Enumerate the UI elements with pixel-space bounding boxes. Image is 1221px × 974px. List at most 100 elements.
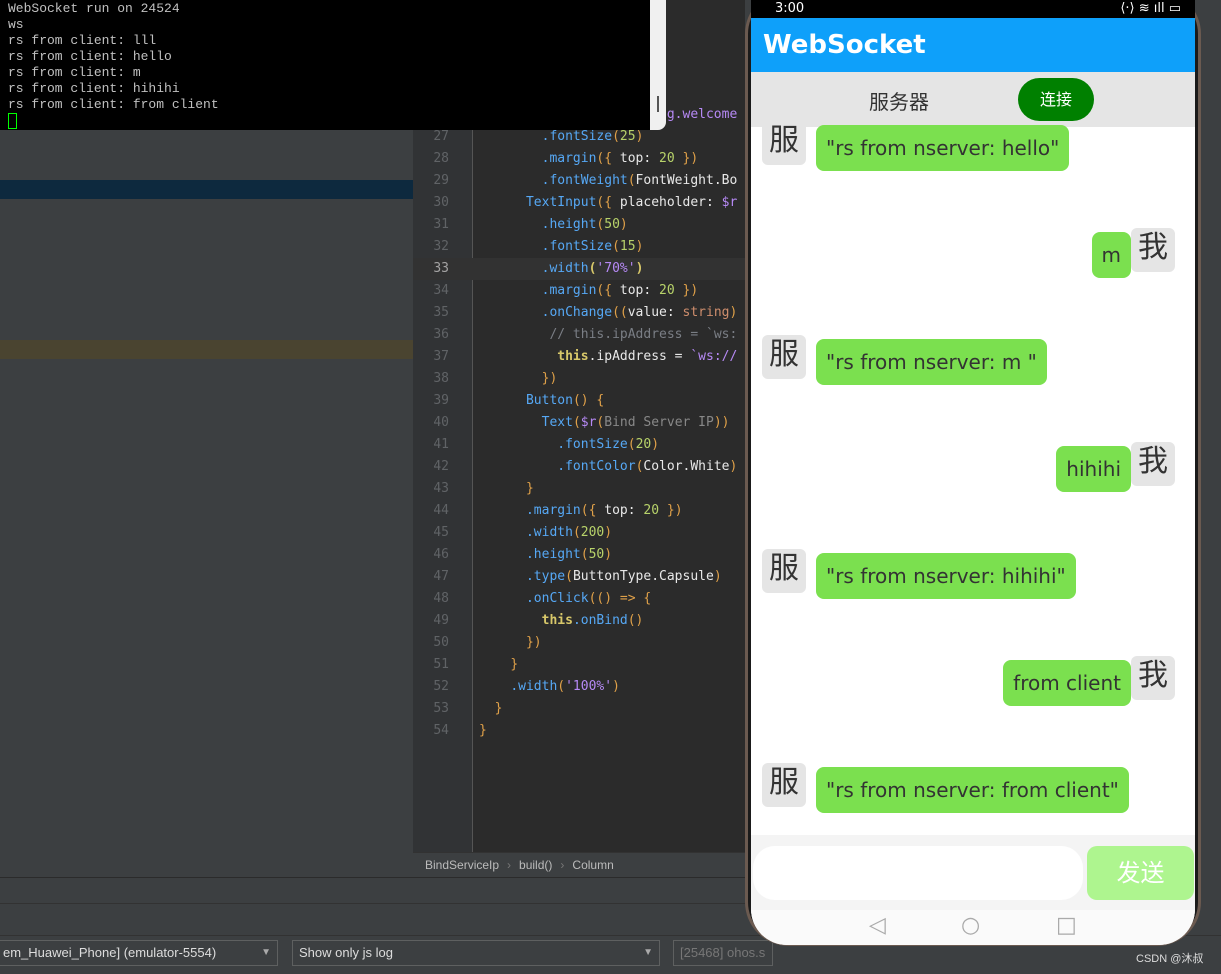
code-token: TextInput	[525, 195, 597, 210]
code-line: 32 .fontSize(15)	[413, 236, 745, 258]
line-number: 45	[433, 525, 449, 540]
code-token: Bind Server IP	[604, 415, 714, 430]
code-line: 37 this.ipAddress = `ws://	[413, 346, 745, 368]
terminal-window[interactable]: WebSocket run on 24524 ws rs from client: …	[0, 0, 650, 130]
log-panel-header	[0, 903, 745, 935]
breadcrumb-item[interactable]: Column	[572, 858, 613, 872]
code-token: ({	[596, 283, 620, 298]
chevron-down-icon: ▼	[643, 947, 653, 958]
code-text: .margin({ top: 20 })	[479, 148, 699, 170]
line-number: 35	[433, 305, 449, 320]
code-token: FontWeight.Bo	[635, 173, 738, 188]
code-token: }	[494, 701, 503, 716]
code-token: :	[666, 305, 683, 320]
line-number: 50	[433, 635, 449, 650]
highlighted-tree-row[interactable]	[0, 340, 413, 359]
code-line: 47 .type(ButtonType.Capsule)	[413, 566, 745, 588]
connect-button[interactable]: 连接	[1018, 78, 1094, 121]
server-avatar: 服	[762, 335, 806, 379]
chevron-down-icon: ▼	[261, 947, 271, 958]
code-token: })	[674, 151, 699, 166]
line-number: 54	[433, 723, 449, 738]
line-number: 42	[433, 459, 449, 474]
code-line: 36 // this.ipAddress = `ws:	[413, 324, 745, 346]
code-token: )	[729, 459, 738, 474]
code-token: '100%'	[565, 679, 613, 694]
code-token: .width	[525, 525, 573, 540]
server-bar: 服务器 连接	[751, 72, 1195, 127]
status-icons: ⟨·⟩ ≋ ıll ▭	[1120, 1, 1181, 16]
code-line: 45 .width(200)	[413, 522, 745, 544]
home-icon[interactable]: ○	[961, 912, 980, 940]
code-token: Button	[525, 393, 573, 408]
code-token: .onBind	[572, 613, 628, 628]
code-line: 30 TextInput({ placeholder: $r	[413, 192, 745, 214]
code-token: .fontColor	[557, 459, 636, 474]
message-input[interactable]	[753, 846, 1083, 900]
code-token: 50	[588, 547, 605, 562]
breadcrumb-item[interactable]: BindServiceIp	[425, 858, 499, 872]
code-text: .type(ButtonType.Capsule)	[479, 566, 722, 588]
device-select[interactable]: em_Huawei_Phone] (emulator-5554) ▼	[0, 940, 278, 966]
code-text: .fontColor(Color.White)	[479, 456, 737, 478]
line-number: 36	[433, 327, 449, 342]
code-text: .fontWeight(FontWeight.Bo	[479, 170, 738, 192]
client-avatar: 我	[1131, 228, 1175, 272]
terminal-scrollbar[interactable]	[650, 0, 666, 130]
code-text: .width('70%')	[479, 258, 644, 280]
line-number: 46	[433, 547, 449, 562]
code-line: 40 Text($r(Bind Server IP))	[413, 412, 745, 434]
code-token: this	[557, 349, 589, 364]
send-button[interactable]: 发送	[1087, 846, 1194, 900]
code-text: TextInput({ placeholder: $r	[479, 192, 737, 214]
tool-strip	[0, 877, 745, 903]
code-token: Color.White	[643, 459, 730, 474]
code-line: 35 .onChange((value: string)	[413, 302, 745, 324]
line-number: 32	[433, 239, 449, 254]
code-token: )	[635, 129, 644, 144]
code-line: 51 }	[413, 654, 745, 676]
code-text: .margin({ top: 20 })	[479, 280, 699, 302]
code-text: .margin({ top: 20 })	[479, 500, 683, 522]
code-token: value	[627, 305, 667, 320]
code-text: }	[479, 720, 487, 742]
server-message-bubble: "rs from nserver: hello"	[816, 125, 1070, 171]
recents-icon[interactable]: □	[1056, 912, 1077, 940]
client-message-bubble: m	[1091, 232, 1131, 278]
code-text: .fontSize(15)	[479, 236, 644, 258]
code-token: )	[635, 261, 644, 276]
code-text: .height(50)	[479, 214, 628, 236]
code-token: (	[612, 239, 620, 254]
client-message-bubble: hihihi	[1056, 446, 1131, 492]
code-token: .fontSize	[557, 437, 628, 452]
code-text: .onClick(() => {	[479, 588, 651, 610]
code-token: ng.welcome	[659, 107, 738, 122]
code-token: () {	[572, 393, 605, 408]
code-line: 38 })	[413, 368, 745, 390]
code-token: (	[572, 525, 581, 540]
code-token: // this.ipAddress = `ws:	[549, 327, 738, 342]
code-token: :	[643, 151, 660, 166]
line-number: 34	[433, 283, 449, 298]
log-filter-select[interactable]: Show only js log ▼	[292, 940, 660, 966]
line-number: 44	[433, 503, 449, 518]
code-text: // this.ipAddress = `ws:	[479, 324, 737, 346]
code-token: )	[729, 305, 738, 320]
server-message-bubble: "rs from nserver: m "	[816, 339, 1047, 385]
breadcrumb-item[interactable]: build()	[519, 858, 552, 872]
back-icon[interactable]: ◁	[869, 912, 886, 940]
selected-tree-row[interactable]	[0, 180, 413, 199]
code-token: .margin	[541, 151, 597, 166]
code-token: :	[643, 283, 660, 298]
code-text: this.ipAddress = `ws://	[479, 346, 737, 368]
